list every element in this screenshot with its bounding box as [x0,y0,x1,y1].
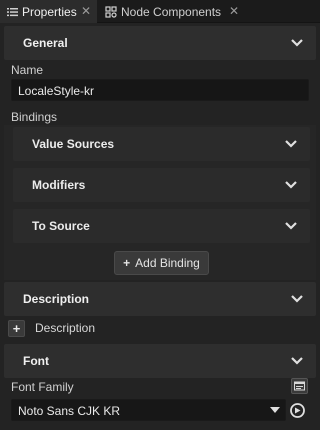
add-binding-button[interactable]: + Add Binding [114,251,209,275]
tab-properties[interactable]: Properties ✕ [0,0,97,23]
value-sources-title: Value Sources [32,137,115,151]
reset-icon[interactable] [289,402,306,419]
bindings-label: Bindings [11,110,58,124]
font-browser-icon [294,381,305,391]
name-input[interactable]: LocaleStyle-kr [11,79,309,101]
dropdown-arrow-icon [270,407,280,413]
close-icon[interactable]: ✕ [229,4,239,18]
description-section-header[interactable]: Description [4,282,316,316]
tab-node-components-label: Node Components [121,4,222,19]
list-icon [6,6,18,18]
description-title: Description [23,292,90,306]
description-label: Description [35,321,96,335]
general-section-header[interactable]: General [4,26,316,60]
tab-properties-label: Properties [22,4,77,19]
font-picker-button[interactable] [291,378,308,394]
chevron-down-icon [285,140,297,148]
name-label: Name [11,63,44,77]
plus-icon: + [123,256,131,270]
tab-node-components[interactable]: Node Components ✕ [99,0,245,23]
close-icon[interactable]: ✕ [81,4,91,18]
font-title: Font [23,354,49,368]
to-source-header[interactable]: To Source [13,209,310,243]
chevron-down-icon [285,181,297,189]
tab-bar: Properties ✕ Node Components ✕ [0,0,320,23]
font-family-select[interactable]: Noto Sans CJK KR [11,399,286,421]
chevron-down-icon [291,357,303,365]
modifiers-title: Modifiers [32,178,86,192]
font-section-header[interactable]: Font [4,344,316,378]
general-title: General [23,36,68,50]
font-family-label: Font Family [11,380,74,394]
add-description-button[interactable]: + [8,320,25,337]
chevron-down-icon [291,295,303,303]
value-sources-header[interactable]: Value Sources [13,127,310,161]
chevron-down-icon [285,222,297,230]
modifiers-header[interactable]: Modifiers [13,168,310,202]
font-family-value: Noto Sans CJK KR [18,404,121,418]
components-icon [105,5,117,18]
add-binding-label: Add Binding [135,256,200,270]
chevron-down-icon [291,39,303,47]
to-source-title: To Source [32,219,90,233]
